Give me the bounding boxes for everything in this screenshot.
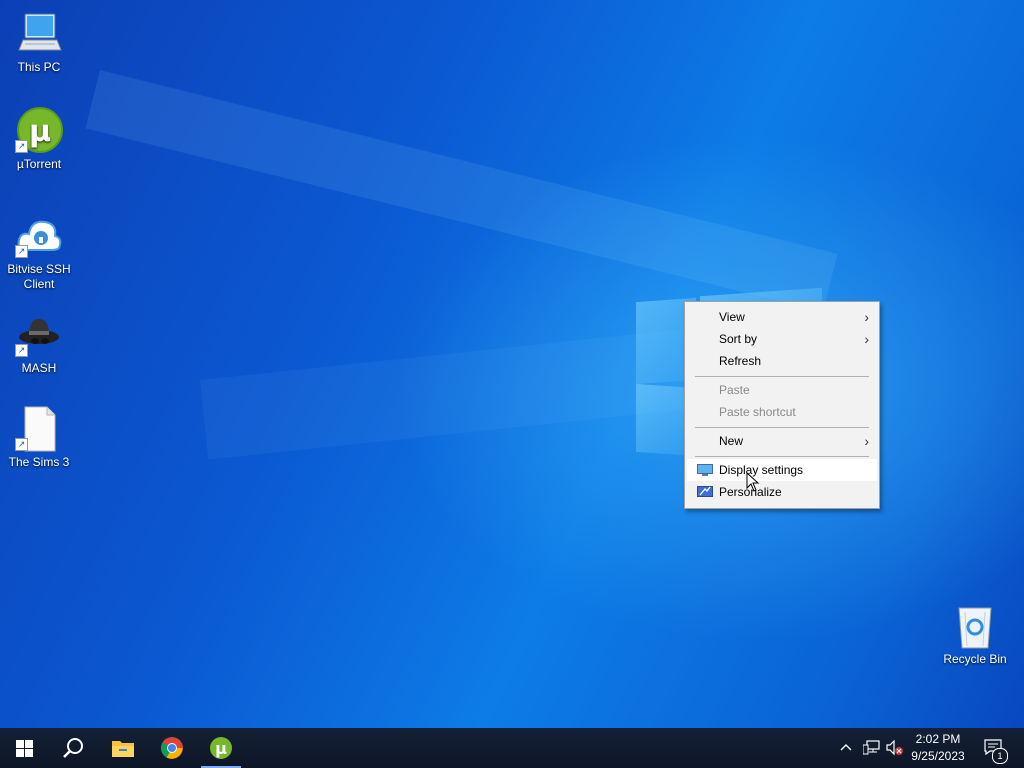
volume-muted-icon	[886, 740, 903, 756]
shortcut-arrow-icon: ↗	[15, 140, 28, 153]
desktop-icon-label: This PC	[17, 60, 61, 74]
volume-tray-button[interactable]	[884, 728, 906, 768]
personalize-icon	[697, 486, 713, 497]
mouse-cursor-icon	[746, 472, 760, 492]
svg-text:µ: µ	[29, 114, 51, 149]
chevron-up-icon	[840, 744, 852, 751]
menu-item-sort-by[interactable]: Sort by ›	[687, 328, 877, 350]
submenu-arrow-icon: ›	[864, 331, 869, 347]
desktop-icon-label: MASH	[21, 361, 57, 375]
menu-item-refresh[interactable]: Refresh	[687, 350, 877, 372]
desktop-context-menu: View › Sort by › Refresh Paste Paste sho…	[684, 301, 880, 509]
taskbar-file-explorer[interactable]	[98, 728, 146, 768]
menu-item-personalize[interactable]: Personalize	[687, 481, 877, 503]
shortcut-arrow-icon: ↗	[15, 438, 28, 451]
menu-separator	[695, 456, 869, 457]
recycle-bin-icon	[951, 602, 999, 650]
file-explorer-icon	[112, 741, 134, 757]
desktop-icon-label: The Sims 3	[8, 455, 70, 469]
notification-count-badge: 1	[992, 748, 1008, 764]
submenu-arrow-icon: ›	[864, 433, 869, 449]
taskbar-chrome[interactable]	[148, 728, 196, 768]
mash-hat-icon: ↗	[15, 311, 63, 359]
desktop-icon-the-sims-3[interactable]: ↗ The Sims 3	[2, 405, 76, 470]
desktop-icon-label: Bitvise SSH Client	[7, 262, 71, 291]
taskbar: µ 2:02 PM 9/25/2023 1	[0, 728, 1024, 768]
desktop-icon-mash[interactable]: ↗ MASH	[2, 311, 76, 376]
menu-item-display-settings[interactable]: Display settings	[687, 459, 877, 481]
shortcut-arrow-icon: ↗	[15, 344, 28, 357]
desktop-background[interactable]: This PC µ ↗ µTorrent ↗ Bitvise SSH Clien…	[0, 0, 1024, 728]
shortcut-arrow-icon: ↗	[15, 245, 28, 258]
menu-separator	[695, 427, 869, 428]
utorrent-icon: µ ↗	[15, 107, 63, 155]
submenu-arrow-icon: ›	[864, 309, 869, 325]
show-hidden-icons-button[interactable]	[838, 728, 856, 768]
this-pc-icon	[15, 10, 63, 58]
taskbar-clock[interactable]: 2:02 PM 9/25/2023	[906, 731, 970, 765]
desktop-icon-recycle-bin[interactable]: Recycle Bin	[938, 602, 1012, 667]
blank-file-icon: ↗	[15, 405, 63, 453]
action-center-button[interactable]: 1	[978, 728, 1018, 768]
chrome-icon	[161, 737, 183, 759]
search-button[interactable]	[48, 728, 96, 768]
start-button[interactable]	[0, 728, 48, 768]
desktop-icon-utorrent[interactable]: µ ↗ µTorrent	[2, 107, 76, 172]
clock-date: 9/25/2023	[911, 749, 965, 763]
svg-text:µ: µ	[215, 739, 227, 758]
search-icon	[63, 738, 83, 758]
clock-time: 2:02 PM	[915, 732, 961, 746]
menu-item-paste-shortcut: Paste shortcut	[719, 405, 796, 419]
network-tray-button[interactable]	[860, 728, 882, 768]
desktop-icon-label: Recycle Bin	[943, 652, 1007, 666]
desktop-icon-bitvise[interactable]: ↗ Bitvise SSH Client	[2, 212, 76, 292]
menu-item-paste: Paste	[719, 383, 750, 397]
bitvise-cloud-icon: ↗	[15, 212, 63, 260]
desktop-icon-label: µTorrent	[16, 157, 62, 171]
menu-item-view[interactable]: View ›	[687, 306, 877, 328]
utorrent-icon: µ	[210, 737, 232, 759]
start-icon	[16, 740, 33, 757]
network-icon	[863, 740, 880, 755]
display-settings-icon	[697, 464, 713, 476]
desktop-icon-this-pc[interactable]: This PC	[2, 10, 76, 75]
menu-item-new[interactable]: New ›	[687, 430, 877, 452]
menu-separator	[695, 376, 869, 377]
taskbar-utorrent[interactable]: µ	[197, 728, 245, 768]
